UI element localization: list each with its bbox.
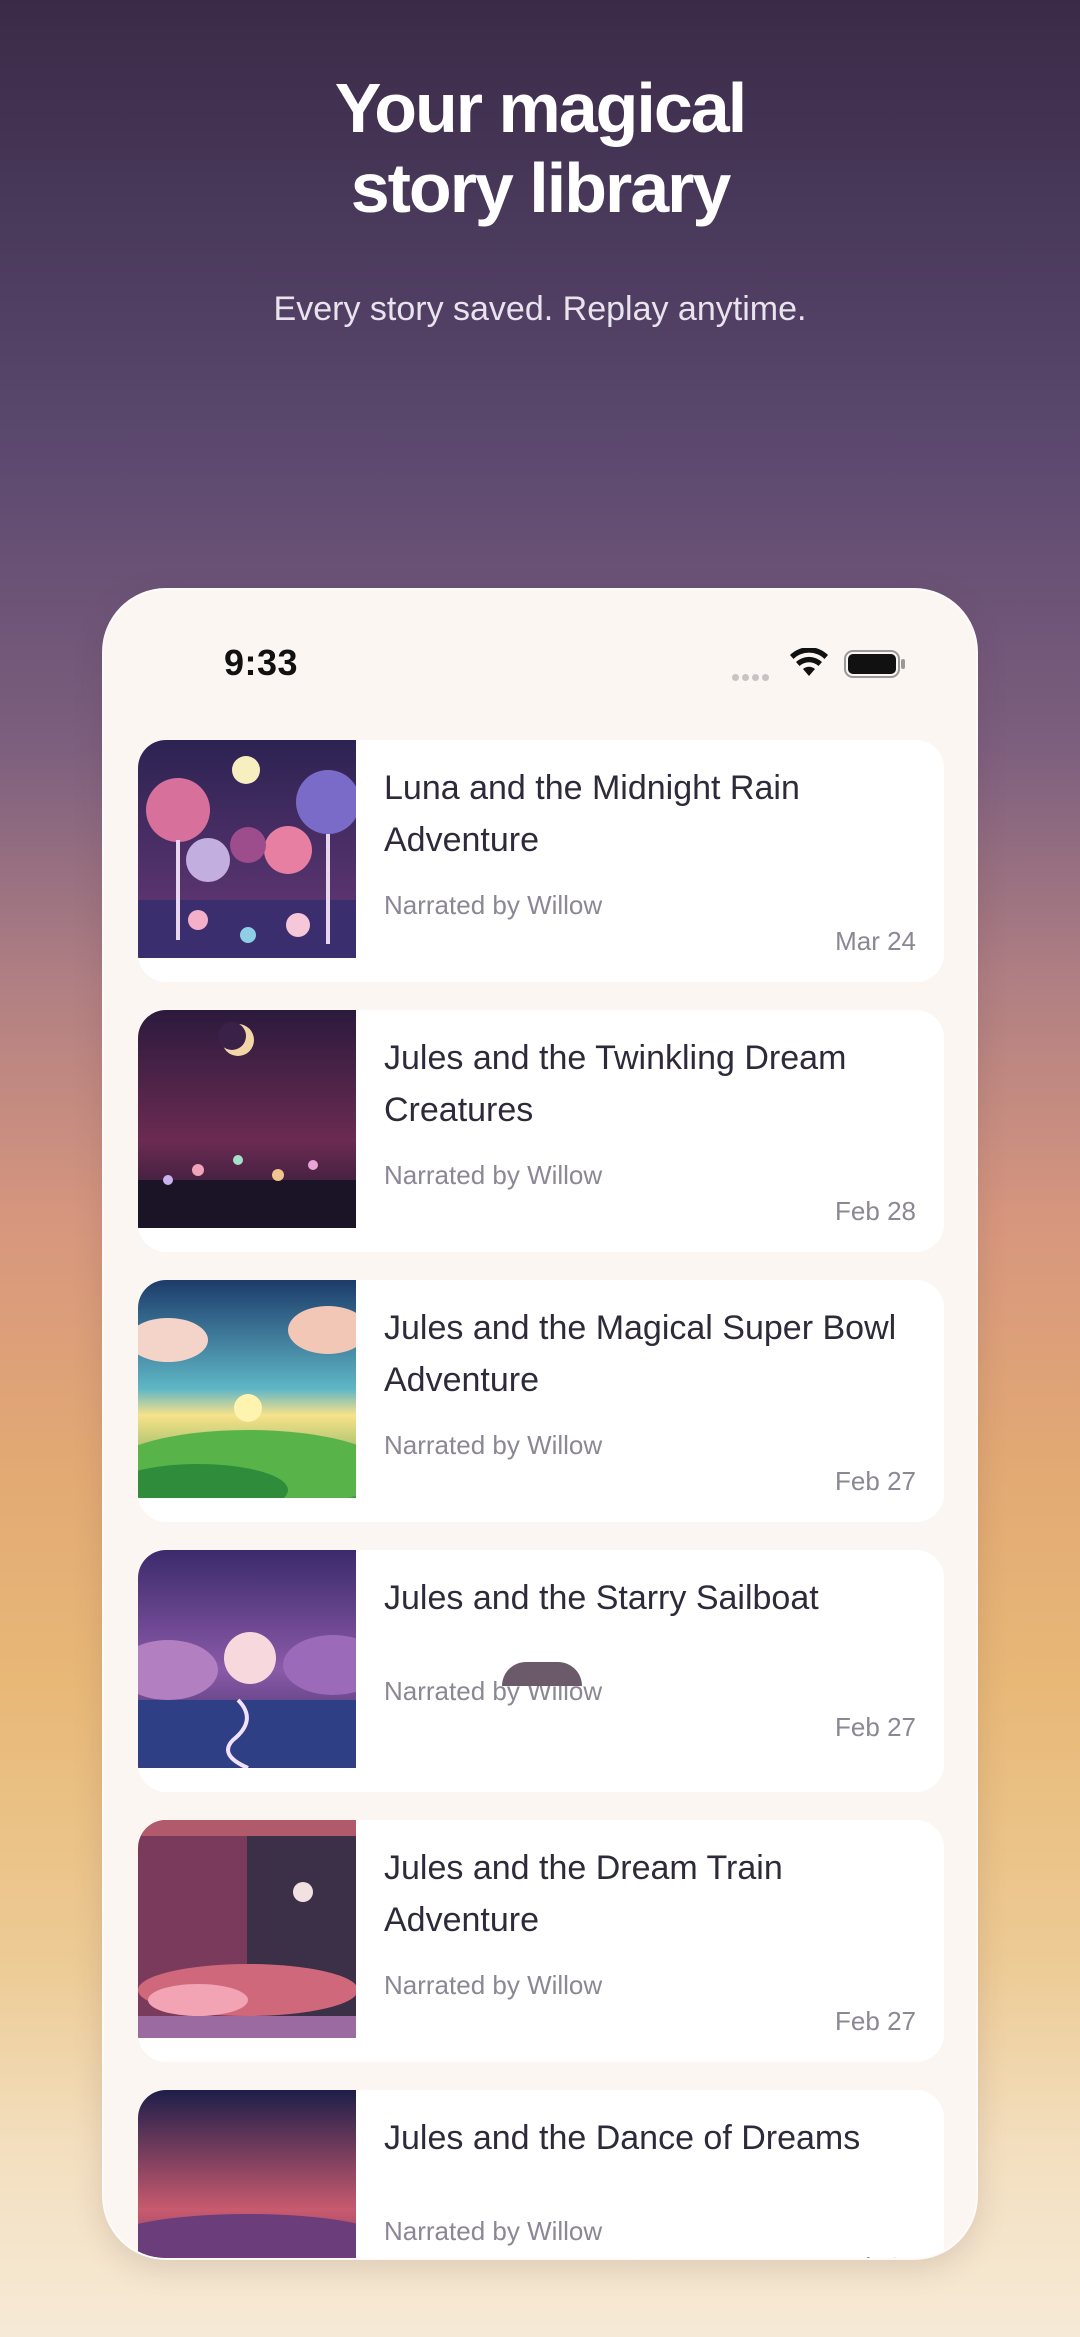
story-thumbnail xyxy=(138,2090,356,2258)
story-title: Jules and the Dream Train Adventure xyxy=(384,1849,783,1939)
story-list: Luna and the Midnight Rain Adventure Nar… xyxy=(138,740,944,2258)
story-card[interactable]: Luna and the Midnight Rain Adventure Nar… xyxy=(138,740,944,982)
story-date: Feb 27 xyxy=(835,1712,916,1742)
story-thumbnail xyxy=(138,1010,356,1228)
story-title: Jules and the Dance of Dreams xyxy=(384,2119,861,2157)
tab-bar-peek xyxy=(502,1662,582,1686)
story-card[interactable]: Jules and the Twinkling Dream Creatures … xyxy=(138,1010,944,1252)
story-date: Feb 27 xyxy=(835,2252,916,2258)
page-title: Your magical story library xyxy=(334,69,747,227)
status-time: 9:33 xyxy=(224,642,299,683)
story-narrator: Narrated by Willow xyxy=(384,2216,603,2246)
story-date: Feb 28 xyxy=(835,1196,916,1226)
story-date: Mar 24 xyxy=(835,926,916,956)
story-thumbnail xyxy=(138,1550,356,1768)
story-thumbnail xyxy=(138,1280,356,1498)
story-card[interactable]: Jules and the Magical Super Bowl Adventu… xyxy=(138,1280,944,1522)
story-title: Jules and the Starry Sailboat xyxy=(384,1579,819,1617)
wifi-icon xyxy=(790,648,828,676)
status-bar: 9:33 xyxy=(104,590,976,683)
story-thumbnail xyxy=(138,1820,356,2038)
story-title: Jules and the Twinkling Dream Creatures xyxy=(384,1039,847,1129)
story-narrator: Narrated by Willow xyxy=(384,890,603,920)
story-card[interactable]: Jules and the Dream Train Adventure Narr… xyxy=(138,1820,944,2062)
story-narrator: Narrated by Willow xyxy=(384,1160,603,1190)
story-narrator: Narrated by Willow xyxy=(384,1970,603,2000)
battery-icon xyxy=(844,650,905,678)
story-title: Jules and the Magical Super Bowl Adventu… xyxy=(384,1309,897,1399)
story-date: Feb 27 xyxy=(835,2006,916,2036)
story-narrator: Narrated by Willow xyxy=(384,1430,603,1460)
story-title: Luna and the Midnight Rain Adventure xyxy=(384,769,800,859)
page-subtitle: Every story saved. Replay anytime. xyxy=(273,290,807,328)
signal-dots-icon xyxy=(732,668,776,681)
story-date: Feb 27 xyxy=(835,1466,916,1496)
story-card[interactable]: Jules and the Dance of Dreams Narrated b… xyxy=(138,2090,944,2258)
phone-frame: 9:33 Luna and the Midnight Rain Adventur… xyxy=(102,588,978,2260)
story-thumbnail xyxy=(138,740,356,958)
